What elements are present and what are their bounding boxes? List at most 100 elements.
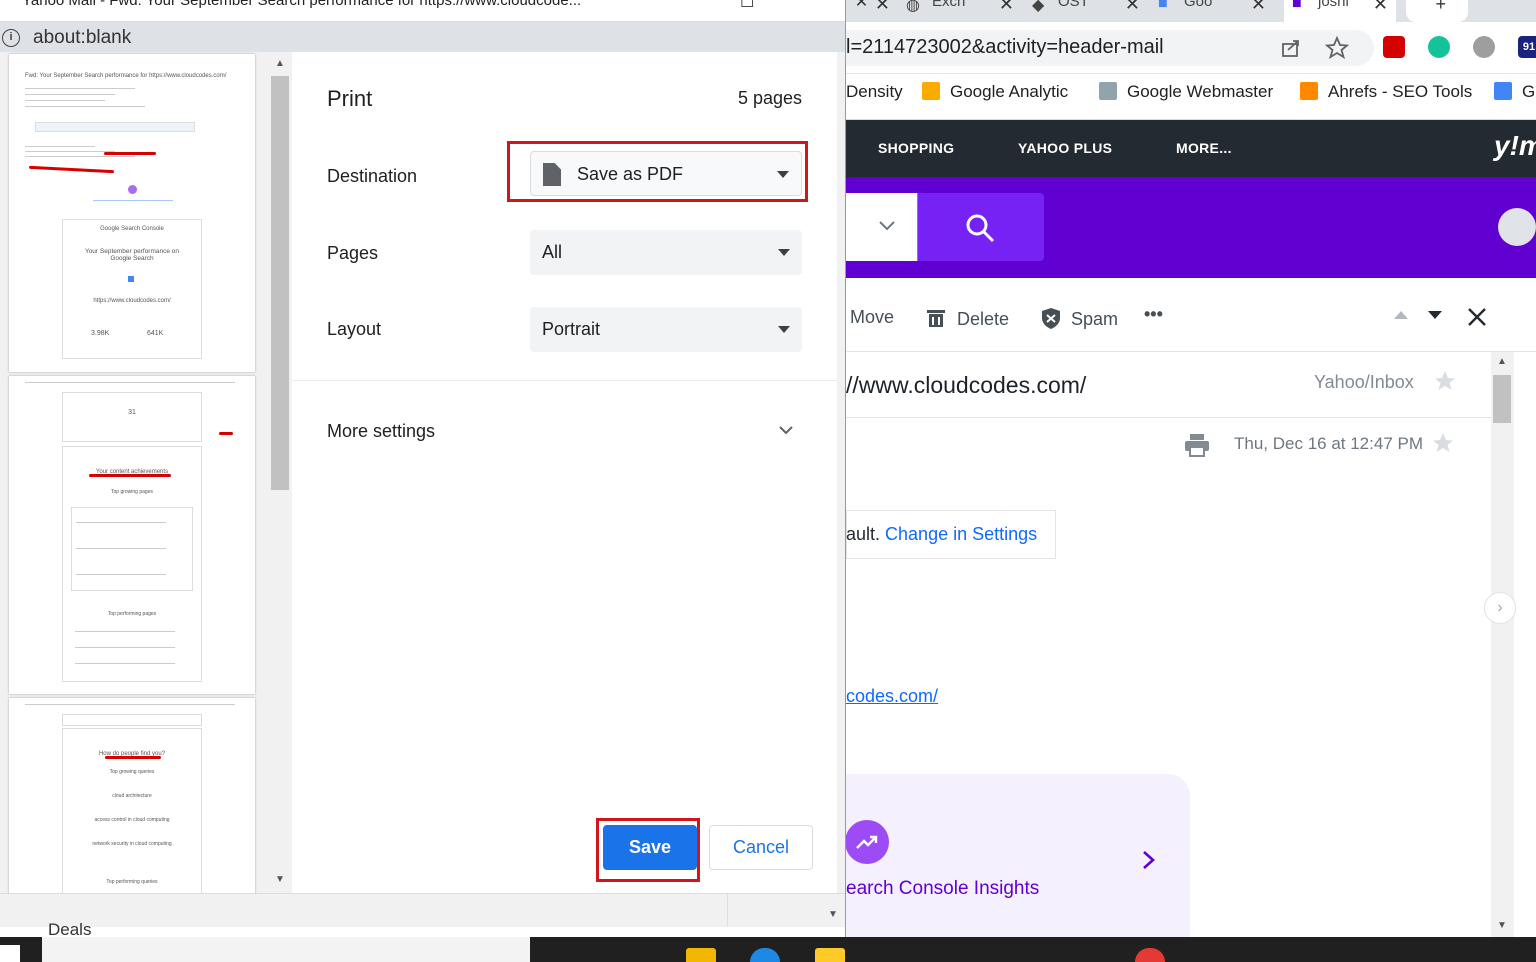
chevron-right-icon: ›	[1497, 599, 1503, 616]
plus-icon[interactable]: +	[1435, 0, 1446, 15]
analytics-icon	[922, 82, 940, 100]
search-icon[interactable]	[964, 212, 996, 244]
window-edge	[845, 0, 846, 937]
tab-google[interactable]: ■ Goo ✕	[1150, 0, 1274, 22]
bookmark-density[interactable]: Density	[846, 82, 903, 102]
mail-scrollbar[interactable]	[1491, 352, 1514, 937]
tab-ost[interactable]: ◆ OST ✕	[1024, 0, 1148, 22]
taskbar-app-icon[interactable]	[686, 948, 716, 962]
bookmark-google-webmaster[interactable]: Google Webmaster	[1099, 82, 1273, 102]
taskbar-explorer-icon[interactable]	[815, 948, 845, 962]
scroll-up-icon[interactable]: ▲	[1497, 356, 1507, 367]
spam-button[interactable]: Spam	[1040, 307, 1118, 330]
red-mark	[219, 432, 233, 435]
print-icon[interactable]	[1184, 433, 1210, 457]
spam-shield-icon	[1042, 308, 1060, 329]
new-tab-button[interactable]: +	[1406, 0, 1468, 22]
tab-yahoo-mail[interactable]: ■ joshi ✕	[1284, 0, 1396, 22]
preview-scrollbar-thumb[interactable]	[271, 76, 289, 490]
move-button[interactable]: Move	[850, 307, 894, 328]
deals-link[interactable]: Deals	[48, 920, 91, 940]
tab-exchange[interactable]: ◍ Exch ✕	[898, 0, 1022, 22]
extension-icon[interactable]	[1383, 36, 1405, 58]
insights-card[interactable]	[846, 774, 1190, 944]
insights-link[interactable]: earch Console Insights	[846, 878, 1039, 900]
print-window-url: about:blank	[33, 27, 132, 48]
preview-page-2[interactable]: 31 Your content achievements Top growing…	[9, 376, 255, 694]
close-icon[interactable]	[1466, 306, 1488, 328]
chevron-down-icon[interactable]	[878, 219, 896, 233]
close-icon[interactable]: ✕	[1125, 0, 1140, 15]
caret-down-icon	[778, 249, 790, 256]
up-arrow-icon[interactable]	[1392, 309, 1410, 321]
nav-more[interactable]: MORE...	[1176, 140, 1232, 156]
more-actions-button[interactable]: •••	[1144, 304, 1163, 325]
layout-value: Portrait	[542, 319, 601, 339]
mail-scrollbar-thumb[interactable]	[1493, 375, 1511, 423]
print-window-bottom-strip	[0, 893, 846, 927]
bookmark-star-icon[interactable]	[1325, 36, 1349, 60]
close-icon[interactable]: ✕	[999, 0, 1014, 15]
layout-select[interactable]: Portrait	[530, 307, 802, 352]
preview-page-3[interactable]: How do people find you? Top growing quer…	[9, 698, 255, 893]
info-icon[interactable]: i	[2, 29, 20, 47]
more-settings-toggle[interactable]: More settings	[327, 421, 435, 442]
close-icon[interactable]: ✕	[1251, 0, 1266, 15]
url-text[interactable]: l=2114723002&activity=header-mail	[846, 36, 1164, 59]
extension-badge-icon[interactable]: 91	[1518, 36, 1536, 58]
page-count: 5 pages	[737, 88, 802, 108]
red-underline-mark	[105, 756, 161, 759]
save-highlight-box	[596, 818, 700, 882]
scroll-down-icon[interactable]: ▼	[275, 874, 285, 885]
chevron-right-icon[interactable]	[1140, 849, 1158, 871]
print-window-title: Yahoo Mail - Fwd: Your September Search …	[22, 0, 582, 9]
pages-label: Pages	[327, 243, 379, 263]
destination-label: Destination	[327, 166, 418, 186]
message-date: Thu, Dec 16 at 12:47 PM	[1234, 434, 1423, 453]
settings-extension-icon[interactable]	[1473, 36, 1495, 58]
windows-start-icon[interactable]	[0, 945, 20, 962]
chevron-down-icon[interactable]	[776, 420, 796, 440]
cloudcodes-link[interactable]: codes.com/	[846, 686, 938, 707]
pages-select[interactable]: All	[530, 230, 802, 275]
destination-highlight-box	[507, 141, 808, 202]
tab-favicon-icon: ■	[1158, 0, 1168, 12]
yahoo-mail-logo[interactable]: y!m	[1494, 130, 1536, 162]
nav-yahoo-plus[interactable]: YAHOO PLUS	[1018, 140, 1112, 156]
window-control-buttons[interactable]: ☐ ✕	[740, 0, 916, 12]
tab-favicon-icon: ◆	[1032, 0, 1045, 14]
divider	[727, 894, 728, 926]
red-underline-mark	[104, 152, 156, 155]
pages-value: All	[542, 242, 563, 262]
share-icon[interactable]	[1280, 37, 1302, 59]
delete-icon	[927, 310, 945, 327]
caret-down-icon	[778, 326, 790, 333]
down-arrow-icon[interactable]	[1426, 309, 1444, 321]
message-subject: //www.cloudcodes.com/	[846, 372, 1087, 398]
star-icon[interactable]	[1434, 370, 1456, 392]
side-panel-toggle[interactable]: ›	[1484, 592, 1516, 624]
grammarly-extension-icon[interactable]	[1428, 36, 1450, 58]
scroll-down-icon[interactable]: ▼	[828, 909, 838, 920]
print-preview-pane[interactable]: Fwd: Your September Search performance f…	[0, 52, 270, 893]
star-icon[interactable]	[1432, 432, 1454, 454]
nav-shopping[interactable]: SHOPPING	[878, 140, 954, 156]
layout-label: Layout	[327, 319, 382, 339]
bookmark-google-translate[interactable]: G	[1494, 82, 1535, 102]
change-settings-link[interactable]: Change in Settings	[885, 524, 1037, 544]
bookmark-ahrefs[interactable]: Ahrefs - SEO Tools	[1300, 82, 1472, 102]
settings-notice: ault. Change in Settings	[846, 524, 1038, 544]
delete-button[interactable]: Delete	[925, 307, 1009, 330]
preview-subject: Fwd: Your September Search performance f…	[25, 73, 227, 79]
avatar[interactable]	[1498, 208, 1536, 246]
scroll-up-icon[interactable]: ▲	[275, 58, 285, 69]
scroll-down-icon[interactable]: ▼	[1497, 920, 1507, 931]
ahrefs-icon	[1300, 82, 1318, 100]
bookmark-google-analytics[interactable]: Google Analytic	[922, 82, 1068, 102]
close-icon[interactable]: ✕	[1373, 0, 1388, 15]
taskbar-search[interactable]	[42, 937, 530, 962]
preview-page-1[interactable]: Fwd: Your September Search performance f…	[9, 54, 255, 372]
message-folder[interactable]: Yahoo/Inbox	[1314, 372, 1414, 393]
translate-icon	[1494, 82, 1512, 100]
cancel-button[interactable]: Cancel	[709, 825, 813, 870]
